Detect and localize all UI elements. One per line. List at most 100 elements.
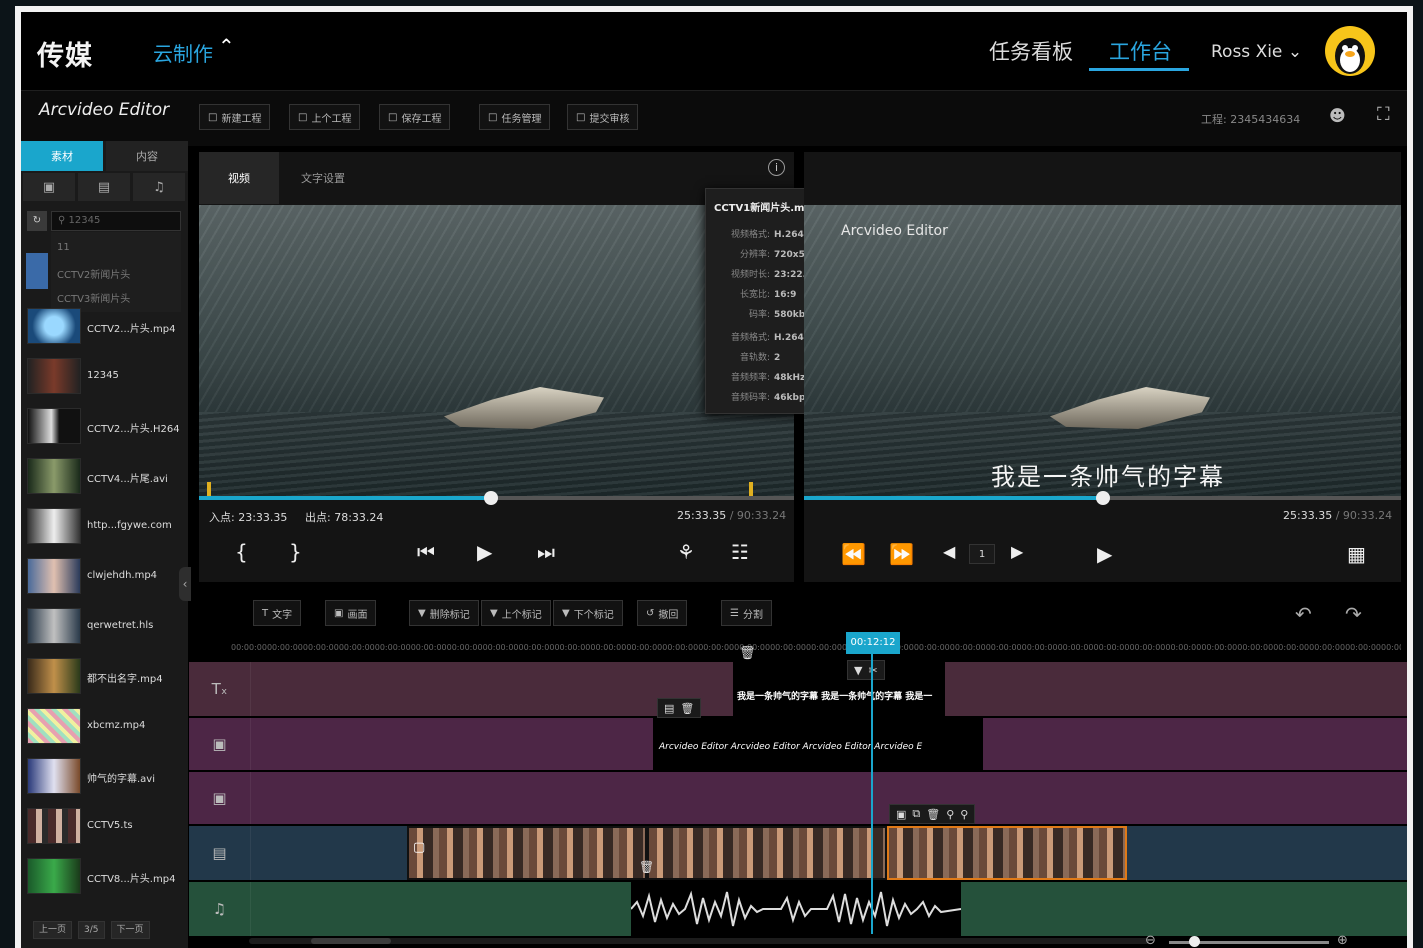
save-icon[interactable]: ▤ — [664, 702, 674, 715]
ruler-tick-label: 00:00:00 — [266, 643, 303, 652]
video-clip[interactable] — [407, 826, 647, 880]
zoom-slider-knob[interactable] — [1189, 936, 1200, 947]
next-marker-button[interactable]: ▼ 下个标记 — [553, 600, 623, 626]
split-button[interactable]: ☰ 分割 — [721, 600, 772, 626]
in-point-marker[interactable] — [207, 482, 211, 496]
tab-text-settings[interactable]: 文字设置 — [283, 152, 363, 204]
prev-frame-icon[interactable]: ◀ — [943, 542, 955, 561]
user-icon[interactable]: ☻ — [1329, 106, 1346, 125]
export-frame-icon[interactable]: ▦ — [1347, 542, 1366, 566]
next-page-button[interactable]: 下一页 — [110, 921, 150, 939]
app-name[interactable]: 云制作 — [153, 38, 213, 67]
step-back-icon[interactable]: ⏮ — [417, 540, 435, 564]
insert-clip-icon[interactable]: ⚘ — [677, 540, 695, 564]
submit-review-button[interactable]: □ 提交审核 — [567, 104, 639, 130]
save-project-button[interactable]: □ 保存工程 — [379, 104, 451, 130]
clip-actions: ▤ 🗑 — [657, 698, 702, 718]
new-project-button[interactable]: □ 新建工程 — [199, 104, 271, 130]
asset-item[interactable]: clwjehdh.mp4 — [21, 552, 184, 602]
music-filter-icon[interactable]: ♫ — [133, 173, 185, 201]
subtitle-clip[interactable]: 我是一条帅气的字幕 我是一条帅气的字幕 我是一 — [733, 662, 945, 716]
asset-item[interactable]: 帅气的字幕.avi — [21, 752, 184, 802]
redo-arrow-icon[interactable]: ↷ — [1345, 602, 1362, 626]
asset-item[interactable]: 12345 — [21, 352, 184, 402]
suggestion-item[interactable]: 11 — [57, 242, 70, 253]
playhead-time[interactable]: 00:12:12 — [846, 632, 900, 654]
prev-page-button[interactable]: 上一页 — [33, 921, 73, 939]
program-play-icon[interactable]: ▶ — [1097, 542, 1112, 566]
unlock-icon[interactable]: ⚲ — [960, 808, 968, 821]
out-point-marker[interactable] — [749, 482, 753, 496]
trash-icon[interactable]: 🗑 — [680, 702, 694, 715]
tab-material[interactable]: 素材 — [21, 141, 103, 171]
frame-input[interactable]: 1 — [969, 544, 995, 564]
video-clip[interactable] — [647, 826, 887, 880]
suggestion-item[interactable]: CCTV2新闻片头 — [57, 266, 130, 281]
undo-button[interactable]: ↺ 撤回 — [637, 600, 688, 626]
tab-content[interactable]: 内容 — [106, 141, 188, 171]
nav-task-board[interactable]: 任务看板 — [989, 36, 1073, 66]
watermark-clip[interactable]: Arcvideo Editor Arcvideo Editor Arcvideo… — [653, 718, 983, 770]
image-track-2[interactable]: ▣ — [189, 772, 1407, 824]
video-filter-icon[interactable]: ▤ — [78, 173, 130, 201]
program-video-frame[interactable] — [804, 205, 1401, 500]
asset-item[interactable]: xbcmz.mp4 — [21, 702, 184, 752]
search-input[interactable]: ⚲ 12345 — [51, 211, 181, 231]
asset-item[interactable]: http...fgywe.com — [21, 502, 184, 552]
crop-icon[interactable]: ▣ — [896, 808, 906, 821]
avatar[interactable] — [1325, 26, 1375, 76]
asset-item[interactable]: CCTV8...片头.mp4 — [21, 852, 184, 902]
page-indicator[interactable]: 3/5 — [78, 921, 105, 939]
overwrite-clip-icon[interactable]: ☷ — [731, 540, 749, 564]
prev-project-button[interactable]: □ 上个工程 — [289, 104, 361, 130]
prev-marker-button[interactable]: ▼ 上个标记 — [481, 600, 551, 626]
next-frame-icon[interactable]: ▶ — [1011, 542, 1023, 561]
ruler-tick-label: 00:00:00 — [554, 643, 591, 652]
trash-icon[interactable]: 🗑 — [739, 646, 756, 661]
play-icon[interactable]: ▶ — [477, 540, 492, 564]
fullscreen-icon[interactable]: ⛶ — [1377, 104, 1390, 125]
nav-workbench[interactable]: 工作台 — [1109, 36, 1172, 66]
audio-clip[interactable] — [631, 882, 961, 936]
selected-video-clip[interactable] — [887, 826, 1127, 880]
add-text-button[interactable]: T 文字 — [253, 600, 302, 626]
lock-icon[interactable]: ⚲ — [946, 808, 954, 821]
trash-icon[interactable]: 🗑 — [639, 860, 654, 874]
timeline-scroll-thumb[interactable] — [311, 938, 391, 944]
asset-item[interactable]: CCTV4...片尾.avi — [21, 452, 184, 502]
step-forward-icon[interactable]: ⏭ — [537, 540, 555, 564]
add-image-button[interactable]: ▣ 画面 — [325, 600, 377, 626]
mark-out-button[interactable]: } — [289, 540, 302, 564]
mark-in-button[interactable]: { — [235, 540, 248, 564]
asset-thumbnail[interactable] — [26, 253, 48, 289]
user-menu[interactable]: Ross Xie ⌄ — [1211, 42, 1302, 62]
timeline-ruler[interactable]: 00:00:00 00:00:00 00:00:00 00:00:00 00:00:00… — [231, 643, 1401, 661]
asset-item[interactable]: 都不出名字.mp4 — [21, 652, 184, 702]
screenshot-frame: 传媒 云制作 ⌃ 任务看板 工作台 Ross Xie ⌄ Arcvideo Ed… — [15, 6, 1413, 948]
zoom-out-icon[interactable]: ⊖ — [1145, 933, 1156, 948]
info-icon[interactable]: i — [768, 159, 785, 176]
image-filter-icon[interactable]: ▣ — [23, 173, 75, 201]
marker-icon[interactable]: ▼ — [854, 664, 862, 677]
source-seek-knob[interactable] — [483, 491, 498, 505]
copy-icon[interactable]: ⧉ — [912, 807, 920, 821]
program-seek-knob[interactable] — [1095, 491, 1110, 505]
scissors-icon[interactable]: ✂ — [868, 664, 877, 677]
task-management-button[interactable]: □ 任务管理 — [479, 104, 551, 130]
playhead-line[interactable] — [871, 652, 873, 934]
asset-item[interactable]: qerwetret.hls — [21, 602, 184, 652]
delete-marker-button[interactable]: ▼ 删除标记 — [409, 600, 479, 626]
asset-item[interactable]: CCTV5.ts — [21, 802, 184, 852]
undo-arrow-icon[interactable]: ↶ — [1295, 602, 1312, 626]
tab-video[interactable]: 视频 — [199, 152, 279, 204]
trash-icon[interactable]: 🗑 — [926, 808, 940, 821]
chevron-up-icon[interactable]: ⌃ — [218, 34, 235, 58]
fast-forward-icon[interactable]: ⏩ — [889, 542, 914, 566]
refresh-icon[interactable]: ↻ — [27, 211, 47, 231]
asset-item[interactable]: CCTV2...片头.H264 — [21, 402, 184, 452]
zoom-in-icon[interactable]: ⊕ — [1337, 933, 1348, 948]
rewind-icon[interactable]: ⏪ — [841, 542, 866, 566]
collapse-panel-handle[interactable]: ‹ — [179, 567, 191, 601]
asset-item[interactable]: CCTV2...片头.mp4 — [21, 302, 184, 352]
chevron-down-icon: ⌄ — [1287, 42, 1303, 62]
